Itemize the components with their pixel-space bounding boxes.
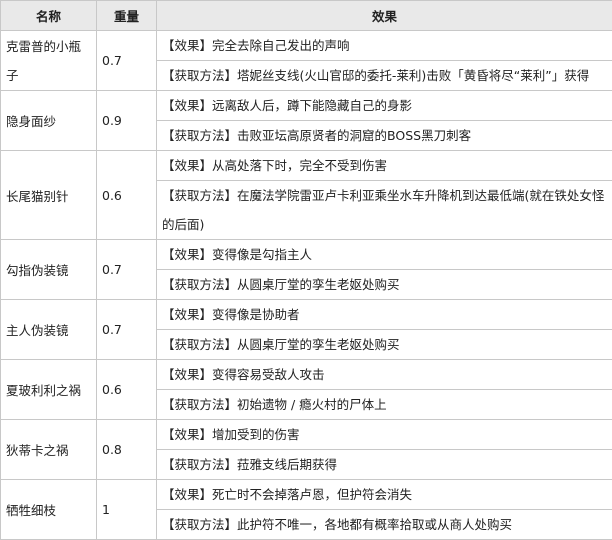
- item-obtain: 【获取方法】塔妮丝支线(火山官邸的委托-莱利)击败「黄昏将尽“莱利”」获得: [157, 61, 612, 91]
- talisman-table: 名称 重量 效果 克雷普的小瓶子 0.7 【效果】完全去除自己发出的声响 【获取…: [0, 0, 612, 540]
- item-effect: 【效果】变得像是勾指主人: [157, 240, 612, 270]
- item-name: 克雷普的小瓶子: [1, 31, 97, 91]
- item-name: 主人伪装镜: [1, 300, 97, 360]
- item-effect: 【效果】增加受到的伤害: [157, 420, 612, 450]
- item-weight: 0.8: [97, 420, 157, 480]
- table-row: 克雷普的小瓶子 0.7 【效果】完全去除自己发出的声响: [1, 31, 612, 61]
- item-weight: 0.6: [97, 151, 157, 240]
- item-obtain: 【获取方法】从圆桌厅堂的孪生老妪处购买: [157, 270, 612, 300]
- header-name: 名称: [1, 1, 97, 31]
- table-row: 狄蒂卡之祸 0.8 【效果】增加受到的伤害: [1, 420, 612, 450]
- item-weight: 0.6: [97, 360, 157, 420]
- item-obtain: 【获取方法】初始遗物 / 瘾火村的尸体上: [157, 390, 612, 420]
- item-name: 狄蒂卡之祸: [1, 420, 97, 480]
- header-row: 名称 重量 效果: [1, 1, 612, 31]
- item-effect: 【效果】死亡时不会掉落卢恩，但护符会消失: [157, 480, 612, 510]
- item-weight: 0.9: [97, 91, 157, 151]
- item-obtain: 【获取方法】此护符不唯一，各地都有概率拾取或从商人处购买: [157, 510, 612, 540]
- item-name: 夏玻利利之祸: [1, 360, 97, 420]
- item-obtain: 【获取方法】从圆桌厅堂的孪生老妪处购买: [157, 330, 612, 360]
- item-obtain: 【获取方法】击败亚坛高原贤者的洞窟的BOSS黑刀刺客: [157, 121, 612, 151]
- item-obtain: 【获取方法】在魔法学院雷亚卢卡利亚乘坐水车升降机到达最低端(就在铁处女怪的后面): [157, 181, 612, 240]
- table-row: 长尾猫别针 0.6 【效果】从高处落下时，完全不受到伤害: [1, 151, 612, 181]
- item-name: 长尾猫别针: [1, 151, 97, 240]
- item-name: 牺牲细枝: [1, 480, 97, 540]
- item-effect: 【效果】从高处落下时，完全不受到伤害: [157, 151, 612, 181]
- header-weight: 重量: [97, 1, 157, 31]
- table-row: 夏玻利利之祸 0.6 【效果】变得容易受敌人攻击: [1, 360, 612, 390]
- item-name: 隐身面纱: [1, 91, 97, 151]
- table-row: 主人伪装镜 0.7 【效果】变得像是协助者: [1, 300, 612, 330]
- item-weight: 0.7: [97, 31, 157, 91]
- item-effect: 【效果】远离敌人后，蹲下能隐藏自己的身影: [157, 91, 612, 121]
- table-row: 勾指伪装镜 0.7 【效果】变得像是勾指主人: [1, 240, 612, 270]
- item-obtain: 【获取方法】菈雅支线后期获得: [157, 450, 612, 480]
- item-effect: 【效果】变得容易受敌人攻击: [157, 360, 612, 390]
- item-weight: 0.7: [97, 300, 157, 360]
- item-weight: 0.7: [97, 240, 157, 300]
- table-row: 隐身面纱 0.9 【效果】远离敌人后，蹲下能隐藏自己的身影: [1, 91, 612, 121]
- header-effect: 效果: [157, 1, 612, 31]
- table-row: 牺牲细枝 1 【效果】死亡时不会掉落卢恩，但护符会消失: [1, 480, 612, 510]
- item-effect: 【效果】变得像是协助者: [157, 300, 612, 330]
- item-effect: 【效果】完全去除自己发出的声响: [157, 31, 612, 61]
- item-name: 勾指伪装镜: [1, 240, 97, 300]
- item-weight: 1: [97, 480, 157, 540]
